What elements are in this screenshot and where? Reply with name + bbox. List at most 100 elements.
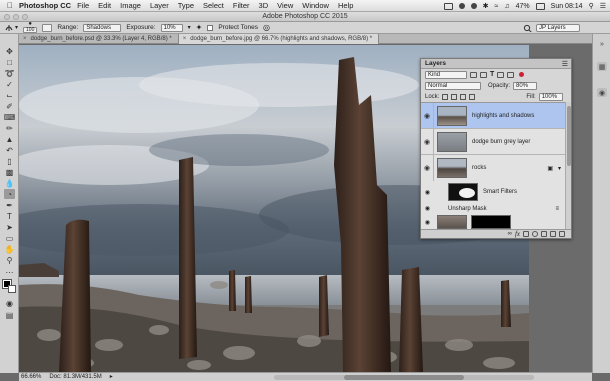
clone-stamp-tool-icon[interactable]: ▲ [4, 134, 15, 144]
opacity-input[interactable]: 80% [513, 81, 538, 90]
next-layer-row[interactable]: ◉ [421, 214, 565, 230]
hand-tool-icon[interactable]: ✋ [4, 244, 15, 254]
battery-percent[interactable]: 47% [516, 3, 530, 10]
menu-layer[interactable]: Layer [150, 1, 169, 10]
wifi-icon[interactable]: ≈ [495, 3, 499, 10]
tool-preset-picker[interactable]: ▾ [4, 23, 18, 32]
background-color-swatch[interactable] [8, 285, 16, 293]
menu-image[interactable]: Image [120, 1, 141, 10]
pressure-icon[interactable]: ◎ [263, 23, 270, 32]
blend-mode-select[interactable]: Normal [425, 81, 481, 90]
adjustment-layer-icon[interactable] [532, 231, 538, 237]
apple-icon[interactable]:  [3, 1, 17, 10]
smart-object-filter-icon[interactable] [507, 71, 515, 78]
doc-size[interactable]: Doc: 81.3M/431.5M [49, 373, 101, 381]
menu-window[interactable]: Window [302, 1, 329, 10]
brush-panel-toggle-icon[interactable] [42, 23, 53, 32]
document-tab-active[interactable]: × dodge_burn_before.jpg @ 66.7% (highligh… [178, 34, 380, 44]
trash-icon[interactable] [559, 231, 565, 237]
new-group-icon[interactable] [541, 231, 547, 237]
menu-type[interactable]: Type [178, 1, 194, 10]
protect-tones-checkbox[interactable] [207, 24, 214, 31]
menu-file[interactable]: File [77, 1, 89, 10]
unsharp-mask-row[interactable]: ◉ Unsharp Mask ≡ [421, 203, 565, 214]
zoom-tool-icon[interactable]: ⚲ [4, 255, 15, 265]
new-layer-icon[interactable] [550, 231, 556, 237]
volume-icon[interactable]: ♫ [504, 3, 509, 10]
history-brush-tool-icon[interactable]: ↶ [4, 145, 15, 155]
shape-filter-icon[interactable] [497, 71, 505, 78]
collapse-panels-icon[interactable]: » [597, 40, 607, 49]
search-icon[interactable] [523, 24, 532, 32]
type-filter-icon[interactable]: T [490, 71, 494, 78]
smart-filters-row[interactable]: ◉ Smart Filters [421, 181, 565, 203]
filter-toggle-icon[interactable] [519, 72, 525, 77]
layer-name[interactable]: highlights and shadows [472, 113, 534, 119]
status-menu-icon[interactable]: ▸ [110, 373, 113, 381]
layer-row-rocks[interactable]: ◉ rocks ▣ ▾ [421, 155, 565, 181]
clock[interactable]: Sun 08:14 [551, 3, 583, 10]
marquee-tool-icon[interactable]: □ [4, 57, 15, 67]
layer-name[interactable]: dodge burn grey layer [472, 139, 530, 145]
rectangle-tool-icon[interactable]: ▭ [4, 233, 15, 243]
bluetooth-icon[interactable]: ✱ [483, 2, 489, 10]
layer-style-icon[interactable]: fx [515, 230, 520, 238]
eye-icon[interactable]: ◉ [421, 205, 434, 212]
crop-tool-icon[interactable]: ⌙ [4, 90, 15, 100]
screen-mode-icon[interactable]: ▤ [4, 310, 15, 320]
history-panel-icon[interactable]: ▦ [597, 62, 607, 71]
layers-panel-title[interactable]: Layers [425, 60, 446, 67]
eraser-tool-icon[interactable]: ▯ [4, 156, 15, 166]
close-tab-icon[interactable]: × [183, 36, 187, 42]
pen-tool-icon[interactable]: ✒ [4, 200, 15, 210]
lock-image-icon[interactable] [451, 93, 458, 100]
document-tab[interactable]: × dodge_burn_before.psd @ 33.3% (Layer 4,… [19, 34, 179, 44]
sync-icon[interactable] [458, 3, 465, 9]
range-select[interactable]: Shadows [83, 23, 122, 32]
brush-size-picker[interactable]: ● 100 [23, 21, 38, 33]
quick-mask-icon[interactable]: ◉ [4, 298, 15, 308]
menu-view[interactable]: View [277, 1, 293, 10]
menu-edit[interactable]: Edit [98, 1, 111, 10]
horizontal-scrollbar[interactable] [274, 375, 534, 380]
menu-filter[interactable]: Filter [233, 1, 250, 10]
exposure-dropdown-icon[interactable]: ▾ [188, 24, 191, 31]
expand-arrow-icon[interactable]: ▾ [558, 165, 561, 172]
eye-icon[interactable]: ◉ [421, 155, 434, 181]
lasso-tool-icon[interactable]: ➰ [4, 68, 15, 78]
lock-all-icon[interactable] [469, 93, 476, 100]
quick-select-tool-icon[interactable]: ✓ [4, 79, 15, 89]
layers-panel-header[interactable]: Layers ☰ [421, 59, 571, 69]
adjustment-filter-icon[interactable] [480, 71, 487, 78]
more-tools-icon[interactable]: ⋯ [4, 267, 15, 277]
lock-transparent-icon[interactable] [442, 93, 449, 100]
zoom-level[interactable]: 66.66% [21, 373, 41, 381]
panel-menu-icon[interactable]: ☰ [562, 60, 568, 68]
layer-row-highlights-and-shadows[interactable]: ◉ highlights and shadows [421, 103, 565, 129]
brush-size-value[interactable]: 100 [23, 27, 38, 33]
spotlight-icon[interactable]: ⚲ [589, 2, 594, 10]
move-tool-icon[interactable]: ✥ [4, 46, 15, 56]
airbrush-icon[interactable]: ✦ [196, 23, 203, 32]
layer-row-dodge-burn-grey[interactable]: ◉ dodge burn grey layer [421, 129, 565, 155]
eye-icon[interactable]: ◉ [421, 219, 434, 226]
brush-tool-icon[interactable]: ✏ [4, 123, 15, 133]
exposure-input[interactable]: 10% [160, 23, 183, 32]
eye-icon[interactable]: ◉ [421, 189, 434, 196]
close-tab-icon[interactable]: × [23, 36, 27, 42]
display-icon[interactable] [443, 2, 453, 10]
blur-tool-icon[interactable]: 💧 [4, 178, 15, 188]
lock-position-icon[interactable] [460, 93, 467, 100]
scrollbar-thumb[interactable] [344, 375, 464, 380]
gradient-tool-icon[interactable]: ▩ [4, 167, 15, 177]
menu-3d[interactable]: 3D [259, 1, 269, 10]
layers-scrollbar[interactable] [565, 102, 571, 230]
type-tool-icon[interactable]: T [4, 211, 15, 221]
burn-tool-icon[interactable]: ◔ [4, 189, 15, 199]
workspace-switcher[interactable]: JP Layers [536, 24, 580, 32]
eyedropper-tool-icon[interactable]: ✐ [4, 101, 15, 111]
link-layers-icon[interactable]: ∞ [508, 231, 512, 237]
filter-kind-select[interactable]: Kind [425, 70, 467, 79]
layers-panel-icon[interactable]: ◉ [597, 88, 607, 97]
menu-select[interactable]: Select [203, 1, 224, 10]
